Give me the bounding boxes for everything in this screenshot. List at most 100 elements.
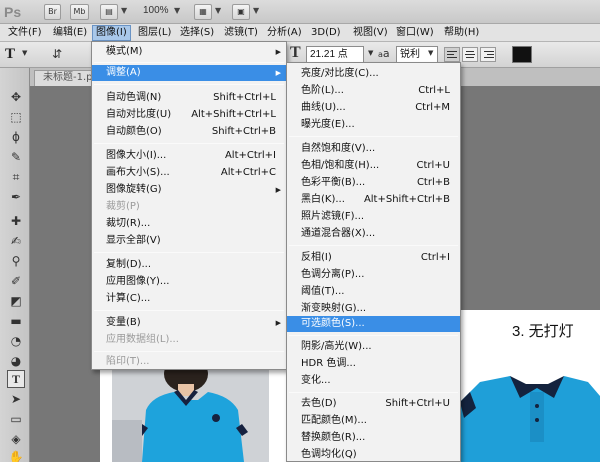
menu-item-gradient-map[interactable]: 渐变映射(G)... [287,301,460,317]
menu-view[interactable]: 视图(V) [350,25,391,41]
menu-item-replace-color[interactable]: 替换颜色(R)... [287,430,460,446]
menu-item-shadows-highlights[interactable]: 阴影/高光(W)... [287,339,460,355]
font-size-icon: T [290,44,301,61]
menu-item-match-color[interactable]: 匹配颜色(M)... [287,413,460,429]
menu-item-posterize[interactable]: 色调分离(P)... [287,267,460,283]
path-select-tool-icon[interactable]: ➤ [7,390,25,408]
menu-item-hue-saturation[interactable]: 色相/饱和度(H)... Ctrl+U [287,158,460,174]
title-bar: Ps Br Mb ▤ ▼ 100% ▼ ▦ ▼ ▣ ▼ [0,0,600,24]
menu-item-reveal-all[interactable]: 显示全部(V) [92,233,286,249]
eyedropper-tool-icon[interactable]: ✒ [7,188,25,206]
submenu-arrow-icon: ▶ [275,48,281,56]
menu-separator [289,335,458,336]
menu-separator [94,252,284,253]
type-tool-icon[interactable]: T [5,46,15,63]
menu-image[interactable]: 图像(I) [92,25,131,41]
menu-separator [94,351,284,352]
clone-stamp-tool-icon[interactable]: ⚲ [7,252,25,270]
marquee-tool-icon[interactable]: ⬚ [7,108,25,126]
menu-item-image-size[interactable]: 图像大小(I)... Alt+Ctrl+I [92,148,286,164]
eraser-tool-icon[interactable]: ◩ [7,292,25,310]
menu-item-apply-image[interactable]: 应用图像(Y)... [92,274,286,290]
menu-item-black-white[interactable]: 黑白(K)... Alt+Shift+Ctrl+B [287,192,460,208]
menu-item-desaturate[interactable]: 去色(D) Shift+Ctrl+U [287,396,460,412]
menu-item-calculations[interactable]: 计算(C)... [92,291,286,307]
menu-item-mode[interactable]: 模式(M) ▶ [92,44,286,60]
menu-item-trim[interactable]: 裁切(R)... [92,216,286,232]
menu-item-invert[interactable]: 反相(I) Ctrl+I [287,250,460,266]
menu-item-auto-color[interactable]: 自动颜色(O) Shift+Ctrl+B [92,124,286,140]
menu-file[interactable]: 文件(F) [5,25,45,41]
menu-item-crop[interactable]: 裁剪(P) [92,199,286,215]
menu-select[interactable]: 选择(S) [177,25,217,41]
photo-polo-shirt [460,362,600,462]
chevron-down-icon[interactable]: ▼ [215,6,221,15]
menu-layer[interactable]: 图层(L) [135,25,174,41]
menu-item-levels[interactable]: 色阶(L)... Ctrl+L [287,83,460,99]
menu-3d[interactable]: 3D(D) [308,25,344,41]
menu-item-trap[interactable]: 陷印(T)... [92,354,286,370]
photo-woman-polo [112,370,269,462]
menu-analysis[interactable]: 分析(A) [264,25,305,41]
menu-window[interactable]: 窗口(W) [393,25,437,41]
align-left-button[interactable] [444,47,460,62]
menu-item-variations[interactable]: 变化... [287,373,460,389]
align-center-button[interactable] [462,47,478,62]
brush-tool-icon[interactable]: ✍ [7,232,25,250]
menu-help[interactable]: 帮助(H) [441,25,482,41]
history-brush-tool-icon[interactable]: ✐ [7,272,25,290]
menu-separator [94,84,284,85]
zoom-level[interactable]: 100% [143,5,169,16]
screen-mode-button[interactable]: ▣ [232,4,250,20]
menu-item-apply-data-set[interactable]: 应用数据组(L)... [92,332,286,348]
menu-item-variables[interactable]: 变量(B) ▶ [92,315,286,331]
menu-separator [94,143,284,144]
menu-item-auto-tone[interactable]: 自动色调(N) Shift+Ctrl+L [92,90,286,106]
shape-tool-icon[interactable]: ▭ [7,410,25,428]
dodge-tool-icon[interactable]: ◕ [7,352,25,370]
menu-item-photo-filter[interactable]: 照片滤镜(F)... [287,209,460,225]
3d-rotate-tool-icon[interactable]: ◈ [7,430,25,448]
arrange-documents-button[interactable]: ▦ [194,4,212,20]
canvas-caption: 3. 无打灯 [512,323,574,340]
blur-tool-icon[interactable]: ◔ [7,332,25,350]
menu-item-exposure[interactable]: 曝光度(E)... [287,117,460,133]
menu-item-threshold[interactable]: 阈值(T)... [287,284,460,300]
menu-item-hdr-toning[interactable]: HDR 色调... [287,356,460,372]
chevron-down-icon[interactable]: ▼ [174,6,180,15]
lasso-tool-icon[interactable]: ϕ [7,128,25,146]
quick-select-tool-icon[interactable]: ✎ [7,148,25,166]
menu-item-duplicate[interactable]: 复制(D)... [92,257,286,273]
chevron-down-icon[interactable]: ▼ [22,49,27,64]
submenu-arrow-icon: ▶ [275,69,281,77]
mini-bridge-button[interactable]: Mb [70,4,89,20]
orientation-toggle-icon[interactable]: ⇵ [52,47,62,62]
menu-item-canvas-size[interactable]: 画布大小(S)... Alt+Ctrl+C [92,165,286,181]
type-tool-icon[interactable]: T [7,370,25,388]
menu-item-channel-mixer[interactable]: 通道混合器(X)... [287,226,460,242]
menu-item-image-rotation[interactable]: 图像旋转(G) ▶ [92,182,286,198]
menu-item-brightness-contrast[interactable]: 亮度/对比度(C)... [287,66,460,82]
chevron-down-icon[interactable]: ▼ [253,6,259,15]
menu-filter[interactable]: 滤镜(T) [221,25,261,41]
font-size-field[interactable]: 21.21 点 [306,46,364,63]
gradient-tool-icon[interactable]: ▬ [7,312,25,330]
menu-item-color-balance[interactable]: 色彩平衡(B)... Ctrl+B [287,175,460,191]
align-right-button[interactable] [480,47,496,62]
chevron-down-icon[interactable]: ▼ [121,6,127,15]
menu-item-adjustments[interactable]: 调整(A) ▶ [92,65,286,81]
menu-item-vibrance[interactable]: 自然饱和度(V)... [287,141,460,157]
bridge-button[interactable]: Br [44,4,61,20]
view-extras-button[interactable]: ▤ [100,4,118,20]
text-color-swatch[interactable] [512,46,532,63]
menu-item-equalize[interactable]: 色调均化(Q) [287,447,460,462]
menu-edit[interactable]: 编辑(E) [50,25,90,41]
menu-item-selective-color[interactable]: 可选颜色(S)... [287,316,460,332]
menu-item-curves[interactable]: 曲线(U)... Ctrl+M [287,100,460,116]
move-tool-icon[interactable]: ✥ [7,88,25,106]
menu-item-auto-contrast[interactable]: 自动对比度(U) Alt+Shift+Ctrl+L [92,107,286,123]
crop-tool-icon[interactable]: ⌗ [7,168,25,186]
hand-tool-icon[interactable]: ✋ [7,448,25,462]
healing-brush-tool-icon[interactable]: ✚ [7,212,25,230]
menu-separator [94,62,284,63]
